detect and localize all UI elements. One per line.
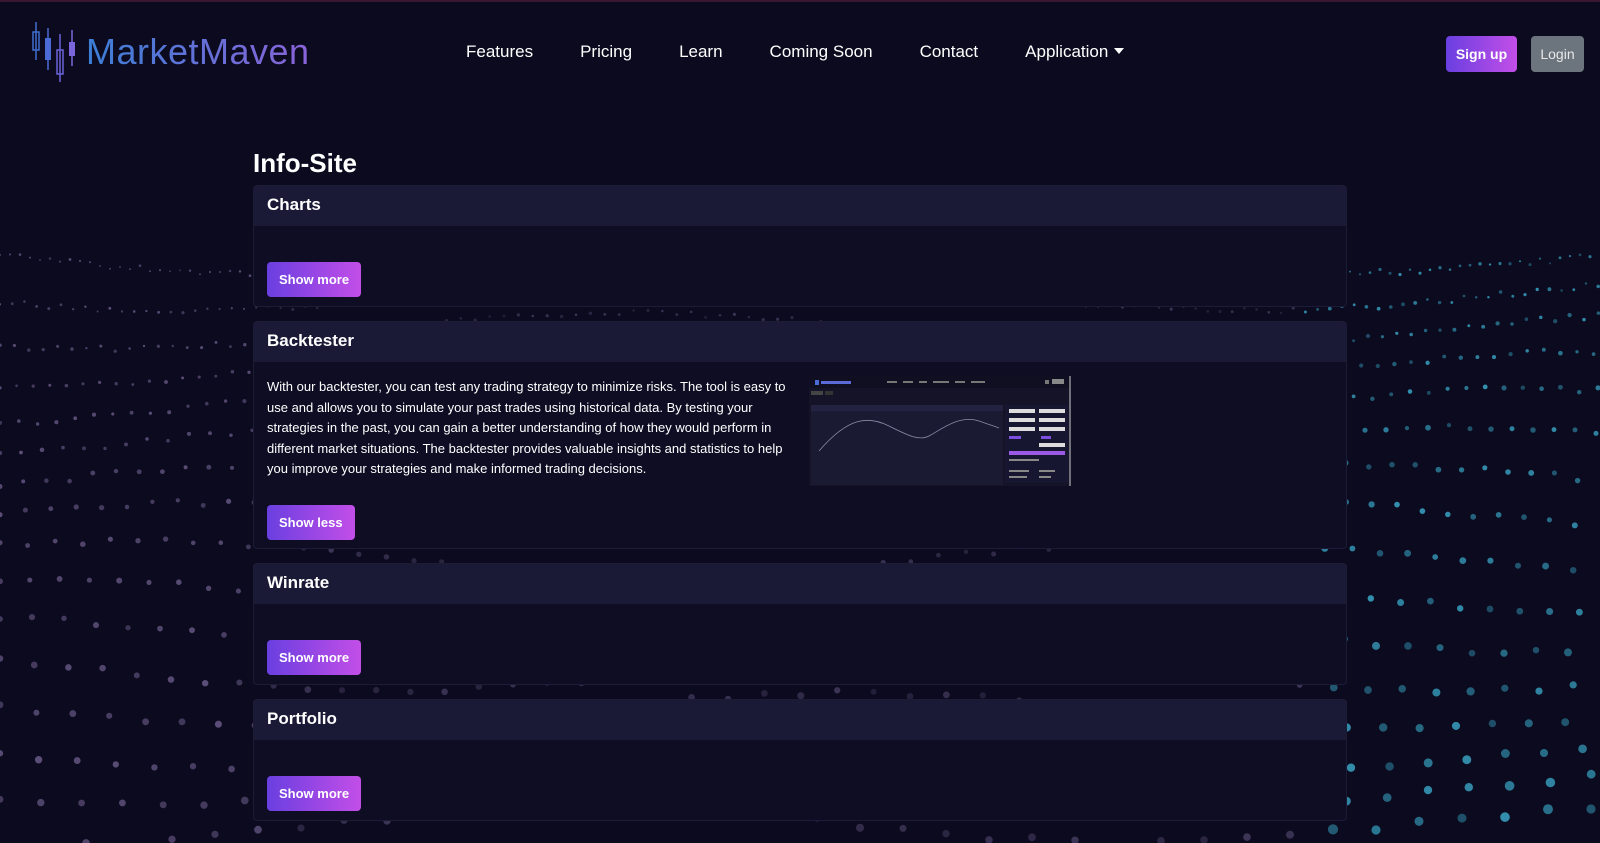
nav-links: Features Pricing Learn Coming Soon Conta…: [466, 42, 1171, 62]
candlestick-chart-icon: [32, 22, 75, 82]
card-charts: Charts Show more: [253, 185, 1347, 307]
signup-button[interactable]: Sign up: [1446, 36, 1517, 72]
card-body: Show more: [254, 604, 1346, 684]
backtester-description: With our backtester, you can test any tr…: [267, 379, 786, 476]
card-backtester: Backtester With our backtester, you can …: [253, 321, 1347, 549]
brand-logo[interactable]: MarketMaven: [30, 20, 310, 84]
card-header: Backtester: [254, 322, 1346, 362]
nav-application-dropdown[interactable]: Application: [1025, 42, 1125, 62]
main-content: Info-Site Charts Show more Backtester Wi…: [253, 145, 1347, 835]
nav-coming-soon[interactable]: Coming Soon: [770, 42, 873, 62]
login-button[interactable]: Login: [1531, 36, 1584, 72]
backtester-screenshot: [809, 376, 1071, 486]
brand-name: MarketMaven: [86, 31, 310, 72]
nav-learn[interactable]: Learn: [679, 42, 722, 62]
show-more-button[interactable]: Show more: [267, 776, 362, 811]
card-portfolio: Portfolio Show more: [253, 699, 1347, 821]
show-more-button[interactable]: Show more: [267, 262, 362, 297]
card-header: Charts: [254, 186, 1346, 226]
page-title: Info-Site: [253, 148, 357, 178]
show-less-button[interactable]: Show less: [267, 505, 355, 540]
nav-application-label: Application: [1025, 42, 1109, 61]
nav-contact[interactable]: Contact: [920, 42, 979, 62]
show-more-button[interactable]: Show more: [267, 640, 362, 675]
card-body: Show more: [254, 740, 1346, 820]
card-header: Winrate: [254, 564, 1346, 604]
caret-down-icon: [1114, 48, 1125, 54]
navbar: MarketMaven Features Pricing Learn Comin…: [0, 2, 1600, 102]
nav-features[interactable]: Features: [466, 42, 533, 62]
nav-pricing[interactable]: Pricing: [580, 42, 632, 62]
card-body: With our backtester, you can test any tr…: [254, 362, 1346, 548]
card-body: Show more: [254, 226, 1346, 306]
card-winrate: Winrate Show more: [253, 563, 1347, 685]
card-header: Portfolio: [254, 700, 1346, 740]
